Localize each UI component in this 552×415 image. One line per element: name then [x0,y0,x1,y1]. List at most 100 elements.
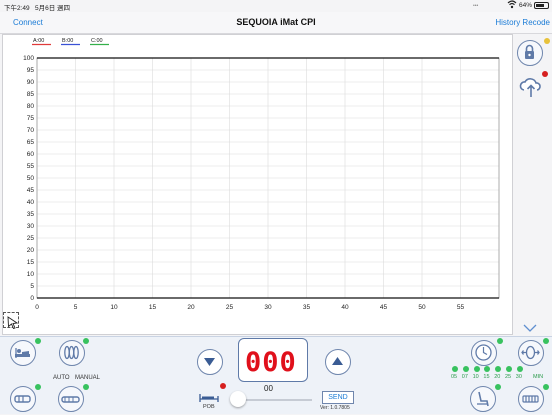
x-tick-label: 15 [149,304,157,311]
chevron-down-icon[interactable] [523,319,537,337]
y-tick-label: 80 [27,103,35,110]
seat-icon [477,391,489,407]
y-tick-label: 55 [27,163,35,170]
page-title: SEQUOIA iMat CPI [236,17,316,27]
patient-icon [14,395,31,403]
y-tick-label: 10 [27,271,35,278]
legend-label: C:00 [91,38,103,44]
status-bar: 下午2:49 5月6日 週四 ••• 64% [0,0,552,12]
coil-mode-indicator [83,338,89,344]
chart-panel: A:00 B:00 C:00 0 5 10 15 20 25 30 35 40 45 50 55 60 65 70… [2,34,513,335]
legend-label: B:00 [62,38,73,44]
mattress-mode-button[interactable] [58,386,84,412]
status-time: 下午2:49 [4,5,30,12]
send-button[interactable]: SEND [322,391,354,404]
lock-button[interactable] [517,40,543,66]
timer-option-dot[interactable] [462,366,469,372]
history-recode-link[interactable]: History Recode [495,18,550,27]
wifi-icon [507,0,517,11]
bed-mode-indicator [35,338,41,344]
y-tick-label: 70 [27,127,35,134]
x-tick-label: 50 [418,304,426,311]
y-tick-label: 0 [30,295,34,302]
cells-icon [522,395,539,403]
alternating-mode-button[interactable] [518,386,544,412]
timer-option-dot[interactable] [506,366,512,372]
timer-option-dot[interactable] [516,366,523,372]
timer-option-label: 25 [505,374,512,380]
x-tick-label: 40 [341,304,349,311]
y-tick-label: 45 [27,187,35,194]
seat-mode-indicator [495,384,501,390]
cloud-upload-icon [519,78,541,97]
battery-icon [534,2,549,9]
increase-button[interactable] [325,349,351,375]
auto-label: AUTO [53,375,70,381]
x-tick-label: 25 [226,304,234,311]
cloud-upload-button[interactable] [518,74,544,100]
y-tick-label: 40 [27,199,35,206]
mattress-icon [61,396,80,403]
display-value: 000 [245,347,297,378]
x-tick-label: 10 [110,304,118,311]
x-tick-label: 20 [187,304,195,311]
clock-icon [475,344,492,361]
patient-mode-button[interactable] [10,386,36,412]
y-tick-label: 65 [27,139,35,146]
cloud-status-dot [542,71,548,77]
slider-thumb[interactable] [230,391,246,407]
manual-label: MANUAL [75,375,101,381]
timer-option-label: 07 [461,374,468,380]
pressure-display: 000 [238,338,308,382]
x-tick-label: 35 [303,304,311,311]
pressure-chart: A:00 B:00 C:000510152025303540455055606570… [23,38,500,311]
timer-option-label: 30 [515,374,522,380]
y-tick-label: 75 [27,115,35,122]
y-tick-label: 20 [27,247,35,254]
y-tick-label: 50 [27,175,35,182]
timer-option-label: 10 [472,374,479,380]
alternating-mode-indicator [543,384,549,390]
select-tool-icon[interactable] [3,312,19,329]
right-rail [514,34,552,335]
x-tick-label: 30 [264,304,272,311]
battery-percent: 64% [519,2,533,9]
status-date: 5月6日 週四 [35,5,71,12]
y-tick-label: 95 [27,67,35,74]
y-tick-label: 35 [27,211,35,218]
x-tick-label: 0 [35,304,39,311]
nav-bar: Connect SEQUOIA iMat CPI History Recode [0,12,552,34]
mattress-mode-indicator [83,384,89,390]
x-tick-label: 5 [74,304,78,311]
seat-mode-button[interactable] [470,386,496,412]
x-tick-label: 55 [457,304,465,311]
pob-status-dot [220,383,226,389]
decrease-button[interactable] [197,349,223,375]
y-tick-label: 85 [27,91,35,98]
turn-mode-button[interactable] [518,340,544,366]
y-tick-label: 15 [27,259,35,266]
triangle-up-icon [332,357,343,365]
x-tick-label: 45 [380,304,388,311]
timer-button[interactable] [471,340,497,366]
timer-option-dot[interactable] [473,366,480,372]
air-coil-icon [64,345,79,360]
coil-mode-button[interactable] [59,340,85,366]
y-tick-label: 90 [27,79,35,86]
y-tick-label: 30 [27,223,35,230]
patient-mode-indicator [35,384,41,390]
triangle-down-icon [204,358,215,366]
timer-option-label: 05 [451,374,458,380]
rotate-icon [521,345,540,360]
bed-mode-button[interactable] [10,340,36,366]
turn-mode-indicator [543,338,549,344]
lock-icon [525,44,534,59]
bed-icon [15,348,30,358]
y-tick-label: 25 [27,235,35,242]
legend-label: A:00 [33,38,44,44]
timer-option-dot[interactable] [452,366,458,372]
timer-option-label: 15 [483,374,490,380]
y-tick-label: 60 [27,151,35,158]
timer-indicator [497,338,503,344]
y-tick-label: 5 [30,283,34,290]
